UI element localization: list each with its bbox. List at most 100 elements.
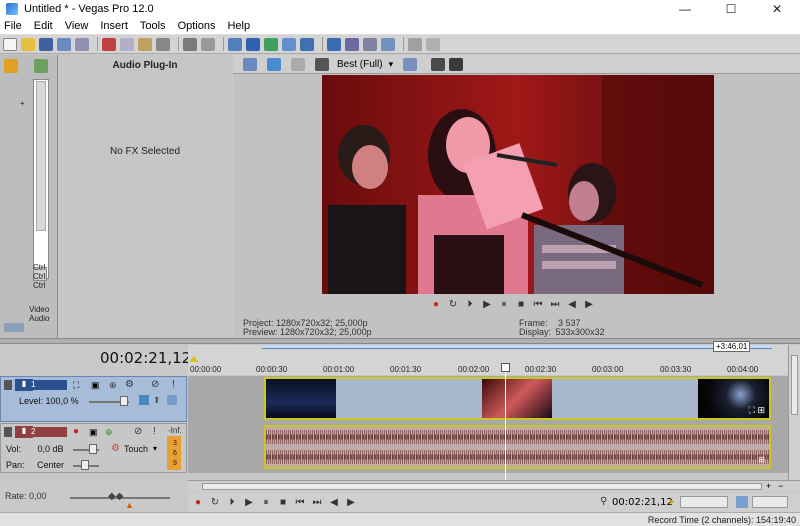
track-fx-chain-icon[interactable] — [139, 395, 149, 405]
solo-icon[interactable]: ! — [172, 379, 175, 390]
save-snapshot-icon[interactable] — [449, 57, 464, 71]
play-from-start-icon[interactable]: ⏵ — [226, 497, 238, 509]
play-icon[interactable]: ▶ — [243, 497, 255, 509]
preview-quality-select[interactable]: Best (Full) — [337, 59, 383, 70]
previous-frame-icon[interactable]: ◀ — [566, 298, 578, 310]
auto-ripple-icon[interactable] — [264, 37, 278, 51]
mute-icon[interactable]: ⊘ — [134, 426, 142, 437]
undo-icon[interactable] — [183, 37, 197, 51]
hscroll-thumb[interactable] — [202, 483, 762, 490]
snapping-icon[interactable] — [228, 37, 242, 51]
next-frame-icon[interactable]: ▶ — [345, 497, 357, 509]
volume-slider-knob[interactable] — [89, 444, 97, 454]
fx-icon[interactable] — [291, 57, 305, 71]
loop-icon[interactable]: ↻ — [447, 298, 459, 310]
pause-icon[interactable]: ⏸ — [498, 298, 510, 310]
selection-tool-icon[interactable] — [363, 37, 377, 51]
pause-icon[interactable]: ⏸ — [260, 497, 272, 509]
go-to-start-icon[interactable]: ⏮ — [532, 298, 544, 310]
go-to-end-icon[interactable]: ⏭ — [549, 298, 561, 310]
selection-icon[interactable] — [736, 496, 748, 508]
composite-icon[interactable]: ⊕ — [109, 380, 117, 391]
new-icon[interactable] — [3, 37, 17, 51]
expand-track-icon[interactable] — [167, 395, 177, 405]
event-fx-icon[interactable]: ⊞ — [758, 455, 765, 464]
whats-this-icon[interactable] — [426, 37, 440, 51]
solo-icon[interactable]: ! — [153, 426, 156, 437]
chevron-down-icon[interactable]: ▾ — [389, 59, 394, 70]
rate-slider-knob[interactable]: ◆◆ — [108, 491, 123, 502]
track-motion-icon[interactable]: ⛶ — [73, 380, 79, 391]
stop-icon[interactable]: ■ — [277, 497, 289, 509]
tool-icon[interactable]: ⚲ — [600, 496, 607, 507]
audio-event[interactable]: ⊞ — [264, 425, 771, 469]
properties-icon[interactable] — [75, 37, 89, 51]
open-icon[interactable] — [21, 37, 35, 51]
timeline-vertical-scrollbar[interactable] — [788, 345, 800, 480]
next-frame-icon[interactable]: ▶ — [583, 298, 595, 310]
list-item-ctrl-2[interactable]: Ctrl — [33, 272, 45, 281]
gear-icon[interactable]: ⚙ — [125, 379, 134, 390]
timeline-timecode[interactable]: 00:02:21,12 — [100, 349, 191, 367]
zoom-out-icon[interactable]: − — [778, 481, 783, 491]
preview-properties-icon[interactable] — [243, 57, 257, 71]
menu-file[interactable]: File — [4, 20, 22, 32]
brush-icon[interactable] — [408, 37, 422, 51]
menu-tools[interactable]: Tools — [140, 20, 166, 32]
event-fx-icon[interactable]: ⛶ ⊞ — [749, 405, 765, 416]
menu-edit[interactable]: Edit — [34, 20, 53, 32]
plugin-chain-icon[interactable] — [4, 59, 18, 73]
auto-crossfade-icon[interactable] — [246, 37, 260, 51]
track-fx-icon[interactable]: ▣ — [89, 427, 98, 438]
normal-edit-tool-icon[interactable] — [327, 37, 341, 51]
redo-icon[interactable] — [201, 37, 215, 51]
save-as-icon[interactable] — [57, 37, 71, 51]
overlays-icon[interactable] — [403, 57, 418, 71]
video-track-header[interactable]: ▮ 1 ⛶ ▣ ⊕ ⚙ ⊘ ! Level: 100,0 % ⬆ — [0, 376, 187, 422]
envelope-tool-icon[interactable] — [345, 37, 359, 51]
record-icon[interactable]: ● — [192, 497, 204, 509]
minimize-button[interactable]: — — [662, 0, 708, 18]
menu-options[interactable]: Options — [178, 20, 216, 32]
mute-icon[interactable]: ⊘ — [151, 379, 159, 390]
selection-field[interactable] — [680, 496, 728, 508]
zoom-in-icon[interactable]: + — [766, 481, 771, 491]
split-screen-icon[interactable] — [315, 57, 329, 71]
play-icon[interactable]: ▶ — [481, 298, 493, 310]
gear-icon[interactable]: ⚙ — [111, 443, 120, 454]
menu-view[interactable]: View — [65, 20, 89, 32]
up-arrow-icon[interactable]: ⬆ — [153, 395, 161, 406]
close-button[interactable]: ✕ — [754, 0, 800, 18]
play-from-start-icon[interactable]: ⏵ — [464, 298, 476, 310]
go-to-end-icon[interactable]: ⏭ — [311, 497, 323, 509]
track-fx-icon[interactable]: ▣ — [91, 380, 100, 391]
external-monitor-icon[interactable] — [267, 57, 281, 71]
copy-snapshot-icon[interactable] — [431, 57, 446, 71]
list-item-ctrl-3[interactable]: Ctrl — [33, 281, 45, 290]
zoom-tool-icon[interactable] — [381, 37, 395, 51]
go-to-start-icon[interactable]: ⏮ — [294, 497, 306, 509]
bus-icon[interactable]: ⊕ — [105, 427, 113, 438]
menu-help[interactable]: Help — [227, 20, 250, 32]
copy-icon[interactable] — [120, 37, 134, 51]
stop-icon[interactable]: ■ — [515, 298, 527, 310]
vscroll-thumb[interactable] — [791, 355, 798, 415]
loop-region-bar[interactable] — [262, 345, 772, 349]
dock-splitter[interactable] — [0, 338, 800, 344]
list-item-audio[interactable]: Audio — [29, 314, 49, 323]
list-item-video[interactable]: Video — [29, 305, 49, 314]
automation-mode[interactable]: Touch — [124, 444, 148, 454]
ignore-grouping-icon[interactable] — [300, 37, 314, 51]
delete-icon[interactable] — [156, 37, 170, 51]
video-event[interactable]: ⛶ ⊞ — [264, 377, 771, 420]
loop-icon[interactable]: ↻ — [209, 497, 221, 509]
save-icon[interactable] — [39, 37, 53, 51]
cut-icon[interactable] — [102, 37, 116, 51]
audio-track-header[interactable]: ▮ 2 ● ▣ ⊕ ⊘ ! -Inf. Vol: 0,0 dB ⚙ Touch … — [0, 423, 187, 473]
marker-icon[interactable] — [189, 356, 199, 362]
menu-insert[interactable]: Insert — [100, 20, 128, 32]
record-icon[interactable]: ● — [430, 298, 442, 310]
level-slider-knob[interactable] — [120, 396, 128, 406]
timeline-ruler[interactable]: 00:00:00 00:00:30 00:01:00 00:01:30 00:0… — [188, 345, 788, 375]
previous-frame-icon[interactable]: ◀ — [328, 497, 340, 509]
